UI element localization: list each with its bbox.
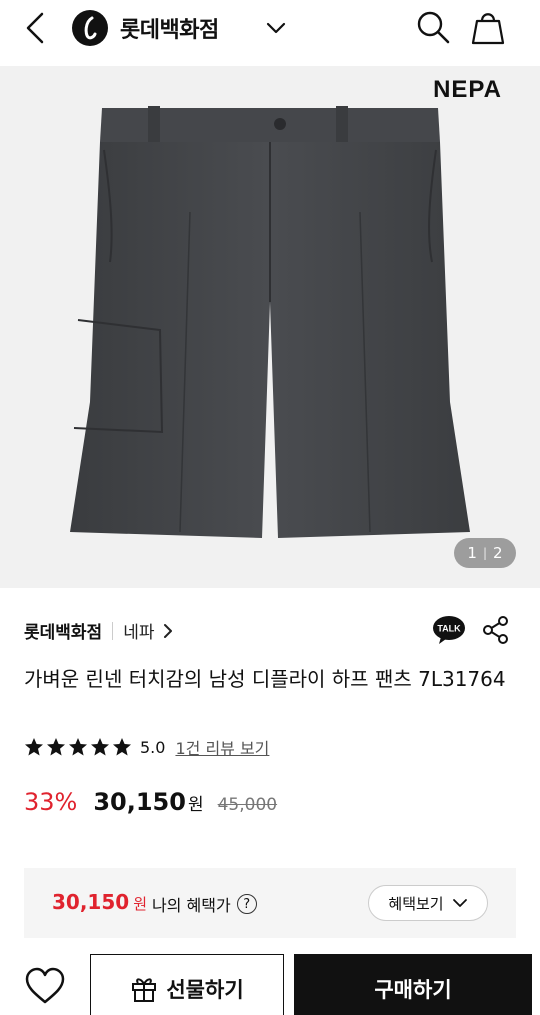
chevron-down-icon xyxy=(452,899,467,907)
shorts-product-image xyxy=(70,106,470,538)
star-icon xyxy=(69,738,87,756)
view-benefits-button[interactable]: 혜택보기 xyxy=(368,885,488,921)
kakao-talk-icon[interactable]: TALK xyxy=(432,615,466,645)
review-link[interactable]: 1건 리뷰 보기 xyxy=(175,735,269,759)
brand-link[interactable]: 네파 xyxy=(123,618,174,643)
talk-label: TALK xyxy=(437,624,461,634)
chevron-down-icon[interactable] xyxy=(262,14,290,42)
search-icon[interactable] xyxy=(414,8,452,46)
back-arrow-icon[interactable] xyxy=(18,10,54,46)
gift-icon xyxy=(132,978,157,1002)
brand-name: 네파 xyxy=(123,623,155,643)
discount-rate: 33% xyxy=(24,788,78,816)
product-title: 가벼운 린넨 터치감의 남성 디플라이 하프 팬츠 7L31764 xyxy=(24,667,506,691)
benefit-box: 30,150 원 나의 혜택가 ? 혜택보기 xyxy=(24,868,516,938)
star-rating xyxy=(24,737,132,757)
benefit-price-value: 30,150 xyxy=(52,890,130,914)
bottom-action-bar: 선물하기 구매하기 xyxy=(0,952,540,1015)
store-title[interactable]: 롯데백화점 xyxy=(120,12,219,44)
benefit-currency: 원 xyxy=(133,895,147,913)
chevron-right-icon xyxy=(164,623,173,638)
original-price: 45,000 xyxy=(217,795,278,815)
rating-value: 5.0 xyxy=(140,737,166,757)
currency-label: 원 xyxy=(187,795,204,815)
heart-icon[interactable] xyxy=(24,966,66,1006)
page-total: 2 xyxy=(493,544,503,562)
gift-button[interactable]: 선물하기 xyxy=(90,954,284,1015)
top-nav: 롯데백화점 xyxy=(0,0,540,66)
page-current: 1 xyxy=(467,544,477,562)
price-row: 33% 30,150 원 45,000 xyxy=(24,788,277,816)
brand-logo: NEPA xyxy=(433,76,502,103)
divider xyxy=(112,621,114,640)
rating-row: 5.0 1건 리뷰 보기 xyxy=(24,735,269,759)
shopping-bag-icon[interactable] xyxy=(470,8,506,46)
buy-label: 구매하기 xyxy=(374,978,452,1002)
star-icon xyxy=(91,738,109,756)
star-icon xyxy=(113,738,131,756)
share-icon[interactable] xyxy=(480,614,512,646)
lotte-logo-icon[interactable] xyxy=(72,10,108,46)
star-icon xyxy=(47,738,65,756)
help-icon[interactable]: ? xyxy=(236,894,257,914)
buy-button[interactable]: 구매하기 xyxy=(294,954,532,1015)
page-separator: | xyxy=(482,546,488,560)
benefit-price: 30,150 원 xyxy=(52,890,147,914)
store-name[interactable]: 롯데백화점 xyxy=(24,618,102,643)
benefit-label: 나의 혜택가 ? xyxy=(152,892,257,916)
benefit-label-text: 나의 혜택가 xyxy=(152,896,231,915)
view-benefits-label: 혜택보기 xyxy=(388,894,444,913)
product-image-gallery[interactable]: NEPA 1 | 2 xyxy=(0,66,540,588)
store-brand-row: 롯데백화점 네파 xyxy=(24,618,174,643)
image-page-indicator: 1 | 2 xyxy=(454,538,516,568)
star-icon xyxy=(25,738,43,756)
sale-price: 30,150 xyxy=(93,788,186,816)
gift-label: 선물하기 xyxy=(166,978,244,1002)
